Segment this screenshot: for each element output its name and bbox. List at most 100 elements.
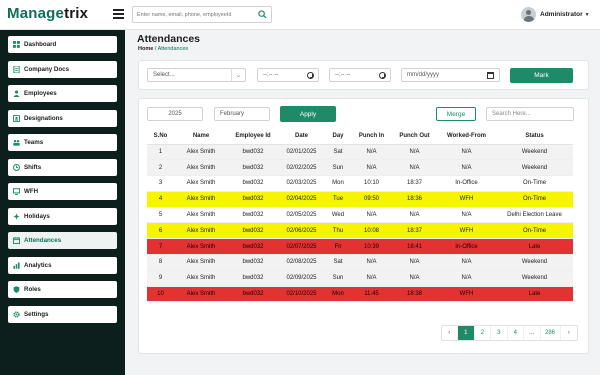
- table-row[interactable]: 5 Alex Smith bwd032 02/05/2025 Wed N/A N…: [147, 207, 573, 224]
- cell-worked-from: In-Office: [437, 175, 496, 192]
- column-header-employee-id[interactable]: Employee Id: [228, 129, 278, 145]
- cell-punch-in: 10:08: [351, 222, 392, 240]
- sidebar-item-roles[interactable]: Roles: [8, 281, 117, 298]
- employee-select[interactable]: Select... ⌄: [147, 68, 246, 82]
- cell-day: Sun: [325, 159, 351, 177]
- table-row[interactable]: 7 Alex Smith bwd032 02/07/2025 Fri 10:39…: [147, 238, 573, 256]
- cell-worked-from: In-Office: [437, 238, 496, 256]
- cell-worked-from: N/A: [437, 159, 496, 177]
- pagination-next-icon[interactable]: ›: [561, 326, 578, 340]
- menu-toggle-icon[interactable]: [113, 9, 124, 19]
- cell-punch-in: 09:50: [351, 191, 392, 208]
- pagination-page-4[interactable]: 4: [508, 326, 524, 340]
- sidebar-item-teams[interactable]: Teams: [8, 134, 117, 151]
- cell-punch-out: 18:37: [392, 175, 437, 192]
- apply-button[interactable]: Apply: [280, 106, 336, 122]
- sidebar-item-label: Attendances: [24, 237, 62, 244]
- cell-punch-out: 18:41: [392, 238, 437, 256]
- cell-punch-in: 10:10: [351, 175, 392, 192]
- mark-button[interactable]: Mark: [510, 68, 573, 83]
- column-header-worked-from[interactable]: Worked-From: [437, 129, 496, 145]
- sidebar-item-shifts[interactable]: Shifts: [8, 159, 117, 176]
- cell-sno: 4: [147, 191, 174, 208]
- clock-icon: [379, 72, 386, 79]
- cell-day: Fri: [325, 238, 351, 256]
- sidebar-item-label: Company Docs: [24, 66, 70, 73]
- column-header-day[interactable]: Day: [325, 129, 351, 145]
- column-header-punch-out[interactable]: Punch Out: [392, 129, 437, 145]
- chevron-down-icon: ▼: [584, 11, 590, 18]
- table-row[interactable]: 3 Alex Smith bwd032 02/03/2025 Mon 10:10…: [147, 175, 573, 192]
- pagination-page-last[interactable]: 286: [541, 326, 561, 340]
- cell-name: Alex Smith: [174, 238, 228, 256]
- sidebar-item-holidays[interactable]: Holidays: [8, 208, 117, 225]
- cell-punch-out: 18:37: [392, 222, 437, 240]
- sidebar-item-settings[interactable]: Settings: [8, 306, 117, 323]
- month-input[interactable]: February: [214, 107, 270, 121]
- sidebar-item-company-docs[interactable]: Company Docs: [8, 61, 117, 78]
- sidebar-item-label: Dashboard: [24, 41, 57, 48]
- pagination-page-2[interactable]: 2: [475, 326, 491, 340]
- table-row[interactable]: 10 Alex Smith bwd032 02/10/2025 Mon 11:4…: [147, 286, 573, 303]
- sidebar-item-analytics[interactable]: Analytics: [8, 257, 117, 274]
- cell-sno: 9: [147, 270, 174, 287]
- table-search-input[interactable]: Search Here...: [486, 107, 574, 121]
- pagination-page-1[interactable]: 1: [458, 326, 475, 340]
- sidebar-item-employees[interactable]: Employees: [8, 85, 117, 102]
- sidebar-item-wfh[interactable]: WFH: [8, 183, 117, 200]
- sidebar-item-dashboard[interactable]: Dashboard: [8, 36, 117, 53]
- cell-punch-in: N/A: [351, 144, 392, 161]
- search-icon[interactable]: [258, 10, 267, 19]
- cell-name: Alex Smith: [174, 270, 228, 287]
- sidebar-item-label: Shifts: [24, 164, 42, 171]
- table-row[interactable]: 4 Alex Smith bwd032 02/04/2025 Tue 09:50…: [147, 191, 573, 208]
- sidebar: Dashboard Company Docs Employees Designa…: [0, 30, 125, 375]
- breadcrumb: Home / Attendances: [138, 46, 188, 52]
- global-search-input[interactable]: [133, 7, 251, 22]
- column-header-punch-in[interactable]: Punch In: [351, 129, 392, 145]
- sidebar-item-attendances[interactable]: Attendances: [8, 232, 117, 249]
- cell-punch-in: N/A: [351, 270, 392, 287]
- cell-date: 02/05/2025: [278, 207, 325, 224]
- cell-worked-from: WFH: [437, 191, 496, 208]
- chevron-down-icon: ⌄: [231, 69, 245, 81]
- column-header-name[interactable]: Name: [174, 129, 228, 145]
- wfh-icon: [13, 188, 20, 195]
- sidebar-item-label: WFH: [24, 188, 39, 195]
- pagination-ellipsis: ...: [524, 326, 541, 340]
- pagination-page-3[interactable]: 3: [491, 326, 508, 340]
- column-header-sno[interactable]: S.No: [147, 129, 174, 145]
- cell-status: Late: [496, 286, 573, 303]
- roles-icon: [13, 286, 20, 293]
- merge-button[interactable]: Merge: [436, 107, 476, 121]
- cell-status: Weekend: [496, 159, 573, 177]
- punch-out-time-value: --:-- --: [335, 72, 351, 78]
- cell-name: Alex Smith: [174, 144, 228, 161]
- punch-out-time-input[interactable]: --:-- --: [329, 68, 391, 82]
- table-row[interactable]: 8 Alex Smith bwd032 02/08/2025 Sat N/A N…: [147, 254, 573, 271]
- sidebar-item-designations[interactable]: Designations: [8, 110, 117, 127]
- clock-icon: [307, 72, 314, 79]
- user-menu[interactable]: Administrator ▼: [521, 6, 590, 23]
- cell-employee-id: bwd032: [228, 286, 278, 303]
- year-input[interactable]: 2025: [147, 107, 203, 121]
- punch-in-time-input[interactable]: --:-- --: [257, 68, 319, 82]
- table-row[interactable]: 9 Alex Smith bwd032 02/09/2025 Sun N/A N…: [147, 270, 573, 287]
- date-input[interactable]: mm/dd/yyyy: [401, 68, 500, 82]
- logo-text-main: Manage: [7, 5, 65, 22]
- app-logo[interactable]: Managetrix: [7, 5, 88, 22]
- cell-punch-in: 10:39: [351, 238, 392, 256]
- table-row[interactable]: 2 Alex Smith bwd032 02/02/2025 Sun N/A N…: [147, 159, 573, 177]
- pagination-prev-icon[interactable]: ‹: [442, 326, 458, 340]
- breadcrumb-home-link[interactable]: Home: [138, 46, 153, 52]
- cell-employee-id: bwd032: [228, 222, 278, 240]
- cell-status: Weekend: [496, 144, 573, 161]
- cell-punch-in: N/A: [351, 159, 392, 177]
- cell-status: On-Time: [496, 222, 573, 240]
- column-header-date[interactable]: Date: [278, 129, 325, 145]
- table-row[interactable]: 1 Alex Smith bwd032 02/01/2025 Sat N/A N…: [147, 144, 573, 161]
- cell-date: 02/02/2025: [278, 159, 325, 177]
- column-header-status[interactable]: Status: [496, 129, 573, 145]
- designation-icon: [13, 115, 20, 122]
- table-row[interactable]: 6 Alex Smith bwd032 02/06/2025 Thu 10:08…: [147, 222, 573, 240]
